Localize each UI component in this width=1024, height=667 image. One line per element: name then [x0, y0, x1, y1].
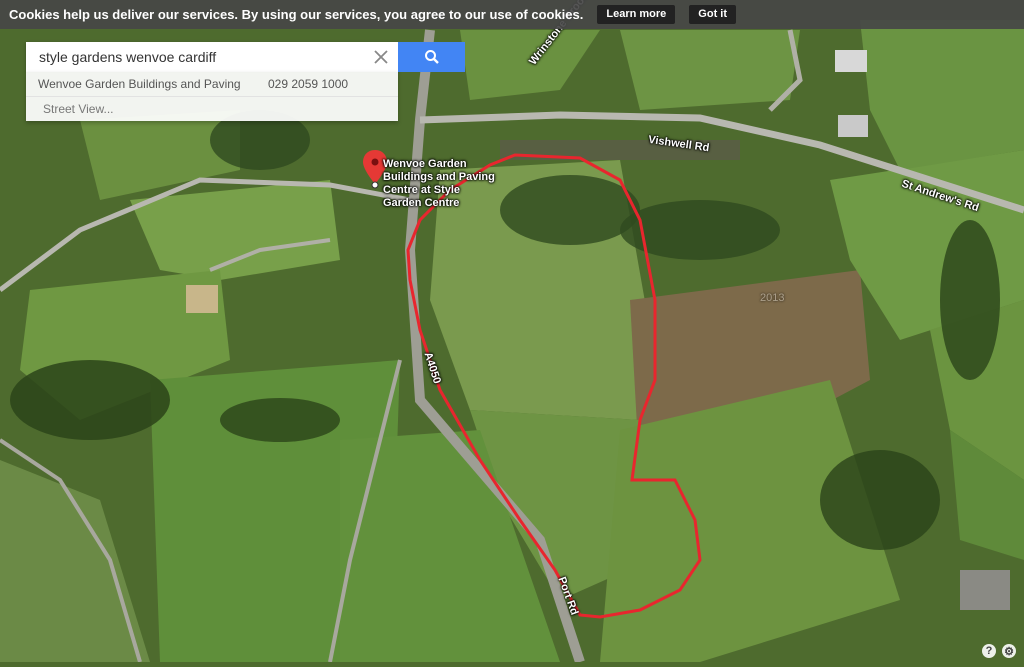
suggestion-name: Wenvoe Garden Buildings and Paving	[38, 77, 241, 91]
building	[186, 285, 218, 313]
street-view-item[interactable]: Street View...	[26, 97, 398, 121]
street-view-label: Street View...	[43, 102, 114, 116]
label-2013: 2013	[760, 292, 785, 304]
suggestion-phone: 029 2059 1000	[268, 77, 349, 91]
suggestion-item[interactable]: Wenvoe Garden Buildings and Paving 029 2…	[26, 72, 398, 97]
buildings	[960, 570, 1010, 610]
place-label[interactable]: Wenvoe Garden Buildings and Paving Centr…	[383, 158, 498, 210]
corner-controls: ? ⚙	[982, 644, 1016, 658]
building	[835, 50, 867, 72]
cookie-message: Cookies help us deliver our services. By…	[9, 7, 584, 22]
search-input[interactable]	[26, 42, 366, 72]
learn-more-button[interactable]: Learn more	[597, 5, 676, 24]
help-icon[interactable]: ?	[982, 644, 996, 658]
search-icon	[424, 50, 439, 64]
search-button[interactable]	[398, 42, 465, 72]
search-box	[26, 42, 398, 72]
settings-icon[interactable]: ⚙	[1002, 644, 1016, 658]
clear-search-icon[interactable]	[372, 48, 390, 66]
field	[620, 30, 800, 110]
got-it-button[interactable]: Got it	[689, 5, 737, 24]
building	[838, 115, 868, 137]
suggestions-list: Wenvoe Garden Buildings and Paving 029 2…	[26, 72, 398, 121]
cookie-bar: Cookies help us deliver our services. By…	[0, 0, 1024, 29]
